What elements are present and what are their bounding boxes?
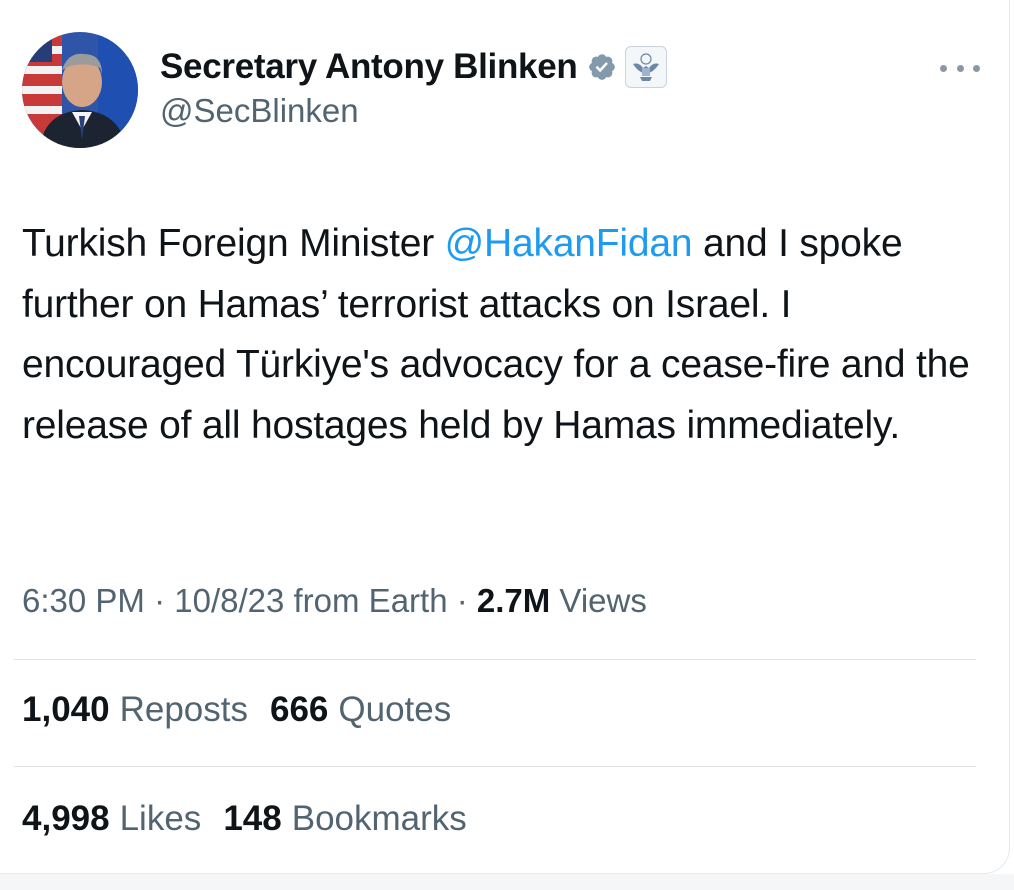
more-dot-icon <box>973 64 980 72</box>
tweet-meta: 6:30 PM · 10/8/23 from Earth · 2.7M View… <box>22 582 647 620</box>
reposts-stat[interactable]: 1,040 Reposts <box>22 690 248 730</box>
views-label: Views <box>550 582 647 619</box>
bookmarks-stat[interactable]: 148 Bookmarks <box>223 799 466 839</box>
state-department-seal-icon[interactable] <box>625 46 668 88</box>
engagement-stats-row: 4,998 Likes 148 Bookmarks <box>22 799 489 839</box>
author-display-name[interactable]: Secretary Antony Blinken <box>160 47 578 87</box>
author-avatar[interactable] <box>22 32 138 148</box>
author-handle[interactable]: @SecBlinken <box>160 92 359 130</box>
reposts-count: 1,040 <box>22 690 110 729</box>
tweet-text: Turkish Foreign Minister @HakanFidan and… <box>22 214 982 456</box>
tweet-time[interactable]: 6:30 PM <box>22 582 145 619</box>
quotes-stat[interactable]: 666 Quotes <box>270 690 451 730</box>
reposts-label: Reposts <box>119 690 248 729</box>
background-strip <box>0 874 1014 890</box>
likes-count: 4,998 <box>22 799 110 838</box>
tweet-card: Secretary Antony Blinken @SecBlinken Tur… <box>0 0 1010 874</box>
divider <box>14 659 976 660</box>
tweet-text-start: Turkish Foreign Minister <box>22 222 445 265</box>
more-dot-icon <box>956 64 964 72</box>
verified-badge-icon[interactable] <box>587 52 617 82</box>
meta-separator: · <box>144 582 175 619</box>
likes-label: Likes <box>119 799 202 838</box>
author-name-row: Secretary Antony Blinken <box>160 44 668 90</box>
more-dot-icon <box>940 64 947 72</box>
meta-separator: · <box>447 582 477 619</box>
more-options-button[interactable] <box>940 60 980 76</box>
bookmarks-label: Bookmarks <box>291 799 467 838</box>
mention-link[interactable]: @HakanFidan <box>445 222 693 265</box>
bookmarks-count: 148 <box>223 799 282 838</box>
tweet-source: from Earth <box>284 582 448 619</box>
quotes-label: Quotes <box>338 690 452 729</box>
views-count: 2.7M <box>476 582 551 619</box>
tweet-date[interactable]: 10/8/23 <box>174 582 284 619</box>
repost-stats-row: 1,040 Reposts 666 Quotes <box>22 690 473 730</box>
divider <box>14 766 976 767</box>
quotes-count: 666 <box>270 690 329 729</box>
likes-stat[interactable]: 4,998 Likes <box>22 799 201 839</box>
